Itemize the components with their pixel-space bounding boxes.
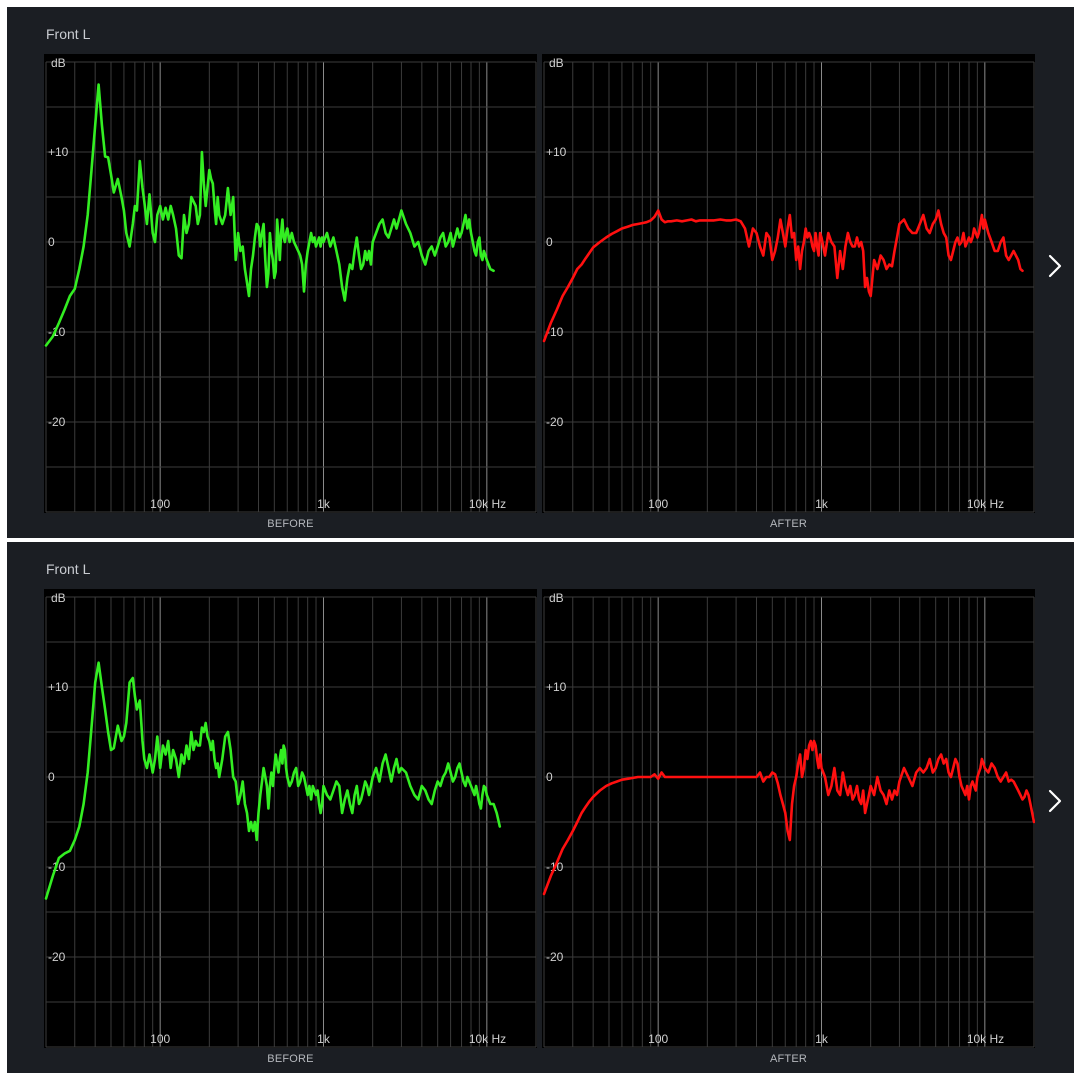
chevron-right-icon[interactable] <box>1044 784 1066 818</box>
y-tick-label: -20 <box>546 950 564 964</box>
eq-panel: Front L +10 0 -10 -20 dB 100 1k 10k Hz BEFORE +… <box>7 7 1074 538</box>
grid <box>543 61 1035 513</box>
x-tick-label: 1k <box>317 1032 331 1046</box>
x-tick-label: 1k <box>815 497 829 511</box>
y-axis-label: dB <box>549 56 564 70</box>
y-tick-label: -20 <box>48 415 66 429</box>
y-tick-label: +10 <box>48 145 69 159</box>
chevron-right-icon[interactable] <box>1044 249 1066 283</box>
x-tick-label: 1k <box>317 497 331 511</box>
response-curve <box>44 661 502 900</box>
y-tick-label: 0 <box>48 770 55 784</box>
x-tick-label: 100 <box>648 497 668 511</box>
after-chart-svg: +100-10-20dB100 1k 10k Hz <box>542 56 1035 513</box>
y-tick-label: 0 <box>546 235 553 249</box>
response-curve <box>542 209 1024 343</box>
y-axis-label: dB <box>51 591 66 605</box>
before-caption: BEFORE <box>267 518 314 530</box>
channel-title: Front L <box>46 561 91 577</box>
after-chart: +10 0 -10 -20 dB 100 1k 10k Hz <box>542 589 1035 1048</box>
x-tick-label: 100 <box>150 497 170 511</box>
before-chart: +10 0 -10 -20 dB 100 1k 10k Hz <box>44 589 537 1048</box>
before-chart-svg: +100-10-20dB100 1k 10k Hz <box>44 56 537 513</box>
y-tick-label: -20 <box>48 950 66 964</box>
grid <box>543 596 1035 1048</box>
before-caption: BEFORE <box>267 1053 314 1065</box>
eq-panel: Front L +10 0 -10 -20 dB 100 1k 10k Hz BEFORE +… <box>7 542 1074 1073</box>
y-tick-label: +10 <box>546 145 567 159</box>
y-tick-label: 0 <box>546 770 553 784</box>
y-tick-label: 0 <box>48 235 55 249</box>
y-tick-label: +10 <box>48 680 69 694</box>
grid <box>45 61 537 513</box>
y-axis-label: dB <box>549 591 564 605</box>
x-tick-label: 10k Hz <box>469 497 506 511</box>
x-tick-label: 1k <box>815 1032 829 1046</box>
x-tick-label: 10k Hz <box>967 497 1004 511</box>
x-tick-label: 100 <box>150 1032 170 1046</box>
before-chart-svg: +100-10-20dB100 1k 10k Hz <box>44 591 537 1048</box>
x-tick-label: 10k Hz <box>469 1032 506 1046</box>
response-curve <box>44 83 495 347</box>
before-chart: +10 0 -10 -20 dB 100 1k 10k Hz <box>44 54 537 513</box>
grid <box>45 596 537 1048</box>
after-chart-svg: +100-10-20dB100 1k 10k Hz <box>542 591 1035 1048</box>
response-curve <box>542 739 1035 896</box>
after-chart: +10 0 -10 -20 dB 100 1k 10k Hz <box>542 54 1035 513</box>
after-caption: AFTER <box>769 1053 808 1065</box>
x-tick-label: 10k Hz <box>967 1032 1004 1046</box>
y-axis-label: dB <box>51 56 66 70</box>
channel-title: Front L <box>46 26 91 42</box>
after-caption: AFTER <box>769 518 808 530</box>
y-tick-label: -20 <box>546 415 564 429</box>
x-tick-label: 100 <box>648 1032 668 1046</box>
y-tick-label: +10 <box>546 680 567 694</box>
